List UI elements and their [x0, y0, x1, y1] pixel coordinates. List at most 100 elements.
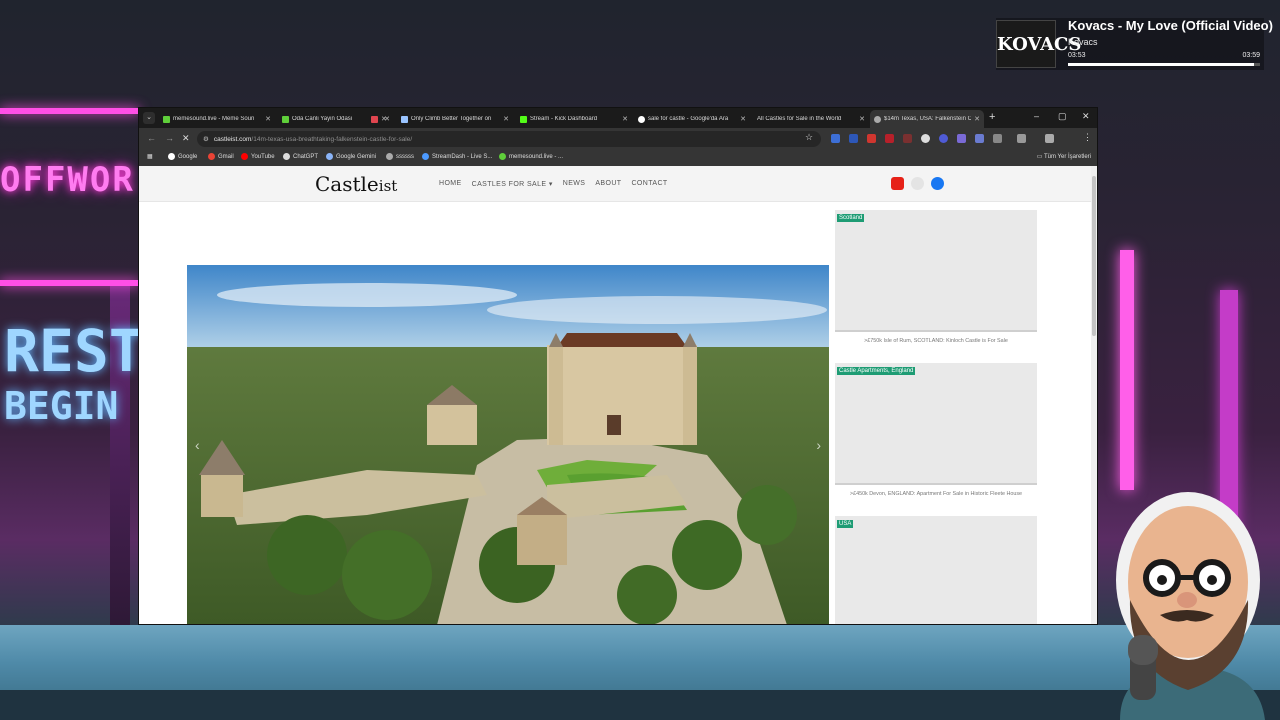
- apps-grid-icon[interactable]: ▦: [147, 153, 153, 160]
- tab-label: Stream - Kick Dashboard: [530, 116, 598, 122]
- carousel-next-icon[interactable]: ›: [816, 437, 821, 453]
- bookmark-google[interactable]: Google: [168, 153, 197, 160]
- tab-pinned[interactable]: ✕: [367, 110, 393, 128]
- bookmark-label: memesound.live - ...: [509, 153, 564, 160]
- card-thumbnail: Scotland: [835, 210, 1037, 332]
- card-caption[interactable]: >£450k Devon, ENGLAND: Apartment For Sal…: [835, 485, 1037, 505]
- nav-castles-for-sale[interactable]: CASTLES FOR SALE ▾: [472, 180, 553, 188]
- bookmark-ssssss[interactable]: ssssss: [386, 153, 414, 160]
- extension-icon[interactable]: [831, 134, 840, 143]
- close-icon[interactable]: ✕: [622, 115, 628, 123]
- bookmark-star-icon[interactable]: ☆: [805, 132, 813, 143]
- sidebar-card-scotland[interactable]: Scotland >£750k Isle of Rum, SCOTLAND: K…: [835, 210, 1037, 352]
- tab-falkenstein-active[interactable]: $14m Texas, USA: Falkenstein C ✕: [870, 110, 984, 128]
- category-tag[interactable]: Scotland: [837, 214, 865, 222]
- bookmark-label: ChatGPT: [293, 153, 319, 160]
- bookmark-memesound[interactable]: memesound.live - ...: [499, 153, 563, 160]
- bookmark-gmail[interactable]: Gmail: [208, 153, 234, 160]
- bookmark-youtube[interactable]: YouTube: [241, 153, 275, 160]
- extension-icon[interactable]: [921, 134, 930, 143]
- bookmarks-folder-label: Tüm Yer İşaretleri: [1043, 154, 1091, 160]
- instagram-icon[interactable]: [911, 177, 924, 190]
- nav-contact[interactable]: CONTACT: [631, 180, 667, 188]
- sidebar-card-england[interactable]: Castle Apartments, England >£450k Devon,…: [835, 363, 1037, 505]
- tab-label: Only Climb Better Together on: [411, 116, 492, 122]
- close-icon[interactable]: ✕: [974, 115, 980, 123]
- new-tab-button[interactable]: +: [989, 111, 995, 123]
- back-icon[interactable]: ←: [147, 133, 156, 143]
- carousel-prev-icon[interactable]: ‹: [195, 437, 200, 453]
- tab-memesound[interactable]: memesound.live - Meme Soun ✕: [159, 110, 275, 128]
- nav-home[interactable]: HOME: [439, 180, 462, 188]
- song-progress-fill: [1068, 63, 1255, 66]
- castle-hero-image: ‹ ›: [187, 265, 829, 624]
- nav-about[interactable]: ABOUT: [595, 180, 621, 188]
- gmail-icon: [208, 153, 215, 160]
- close-icon[interactable]: ✕: [740, 115, 746, 123]
- social-links: [891, 177, 944, 190]
- site-header: Castleist HOME CASTLES FOR SALE ▾ NEWS A…: [139, 166, 1091, 202]
- close-icon[interactable]: ✕: [381, 115, 387, 123]
- tab-only-climb[interactable]: Only Climb Better Together on ✕: [397, 110, 513, 128]
- category-tag[interactable]: Castle Apartments, England: [837, 367, 916, 375]
- tab-favicon: [401, 115, 408, 123]
- bookmark-chatgpt[interactable]: ChatGPT: [283, 153, 318, 160]
- extension-icon[interactable]: [975, 134, 984, 143]
- url-domain: castleist.com: [213, 135, 252, 143]
- scrollbar-thumb[interactable]: [1092, 176, 1096, 336]
- forward-icon[interactable]: →: [165, 133, 174, 143]
- song-progress-bar: [1068, 63, 1260, 66]
- extension-icon[interactable]: [867, 134, 876, 143]
- bookmark-label: Gmail: [218, 153, 234, 160]
- extension-icon[interactable]: [957, 134, 966, 143]
- address-bar[interactable]: ⚙ castleist.com/14m-texas-usa-breathtaki…: [197, 131, 821, 147]
- close-window-icon[interactable]: ✕: [1082, 111, 1090, 122]
- neon-sign-begin: BEGIN: [4, 384, 119, 428]
- site-logo[interactable]: Castleist: [315, 172, 397, 196]
- google-icon: [168, 153, 175, 160]
- minimize-icon[interactable]: –: [1034, 111, 1039, 121]
- card-caption[interactable]: >£750k Isle of Rum, SCOTLAND: Kinloch Ca…: [835, 332, 1037, 352]
- page-scrollbar[interactable]: [1091, 166, 1097, 624]
- maximize-icon[interactable]: ▢: [1058, 111, 1067, 122]
- tab-label: All Castles for Sale in the World: [757, 116, 842, 122]
- bookmark-label: Google Gemini: [336, 153, 377, 160]
- extensions-puzzle-icon[interactable]: [993, 134, 1002, 143]
- neon-stripe: [0, 108, 139, 114]
- stop-icon[interactable]: ✕: [182, 133, 190, 144]
- extension-icon[interactable]: [939, 134, 948, 143]
- streamer-avatar: [1100, 490, 1280, 720]
- close-icon[interactable]: ✕: [503, 115, 509, 123]
- facebook-icon[interactable]: [931, 177, 944, 190]
- tab-favicon: [282, 115, 289, 123]
- close-icon[interactable]: ✕: [265, 115, 271, 123]
- tab-favicon: [874, 115, 881, 123]
- tab-label: $14m Texas, USA: Falkenstein C: [884, 116, 972, 122]
- streamdash-icon: [422, 153, 429, 160]
- nav-news[interactable]: NEWS: [563, 180, 586, 188]
- menu-kebab-icon[interactable]: ⋮: [1083, 132, 1092, 143]
- close-icon[interactable]: ✕: [859, 115, 865, 123]
- extension-icon[interactable]: [885, 134, 894, 143]
- tab-label: memesound.live - Meme Soun: [173, 116, 255, 122]
- tab-all-castles[interactable]: All Castles for Sale in the World ✕: [753, 110, 869, 128]
- sidebar-card-usa[interactable]: USA: [835, 516, 1037, 624]
- all-bookmarks-folder[interactable]: ▭ Tüm Yer İşaretleri: [1037, 153, 1091, 160]
- youtube-icon: [241, 153, 248, 160]
- elapsed-time: 03:53: [1068, 52, 1086, 59]
- tab-search-button[interactable]: ⌄: [143, 112, 155, 124]
- extension-icon[interactable]: [903, 134, 912, 143]
- extension-icon[interactable]: [849, 134, 858, 143]
- song-artist: Kovacs: [1068, 37, 1098, 47]
- tab-favicon: [371, 115, 378, 123]
- profile-icon[interactable]: [1017, 134, 1026, 143]
- category-tag[interactable]: USA: [837, 520, 854, 528]
- bookmark-streamdash[interactable]: StreamDash - Live S...: [422, 153, 492, 160]
- bookmark-gemini[interactable]: Google Gemini: [326, 153, 376, 160]
- media-icon[interactable]: [1045, 134, 1054, 143]
- tab-google-search[interactable]: sale for castle - Google'da Ara ✕: [634, 110, 750, 128]
- bookmark-label: StreamDash - Live S...: [432, 153, 493, 160]
- tab-kick-dashboard[interactable]: Stream - Kick Dashboard ✕: [516, 110, 632, 128]
- site-info-icon[interactable]: ⚙: [203, 135, 209, 143]
- youtube-icon[interactable]: [891, 177, 904, 190]
